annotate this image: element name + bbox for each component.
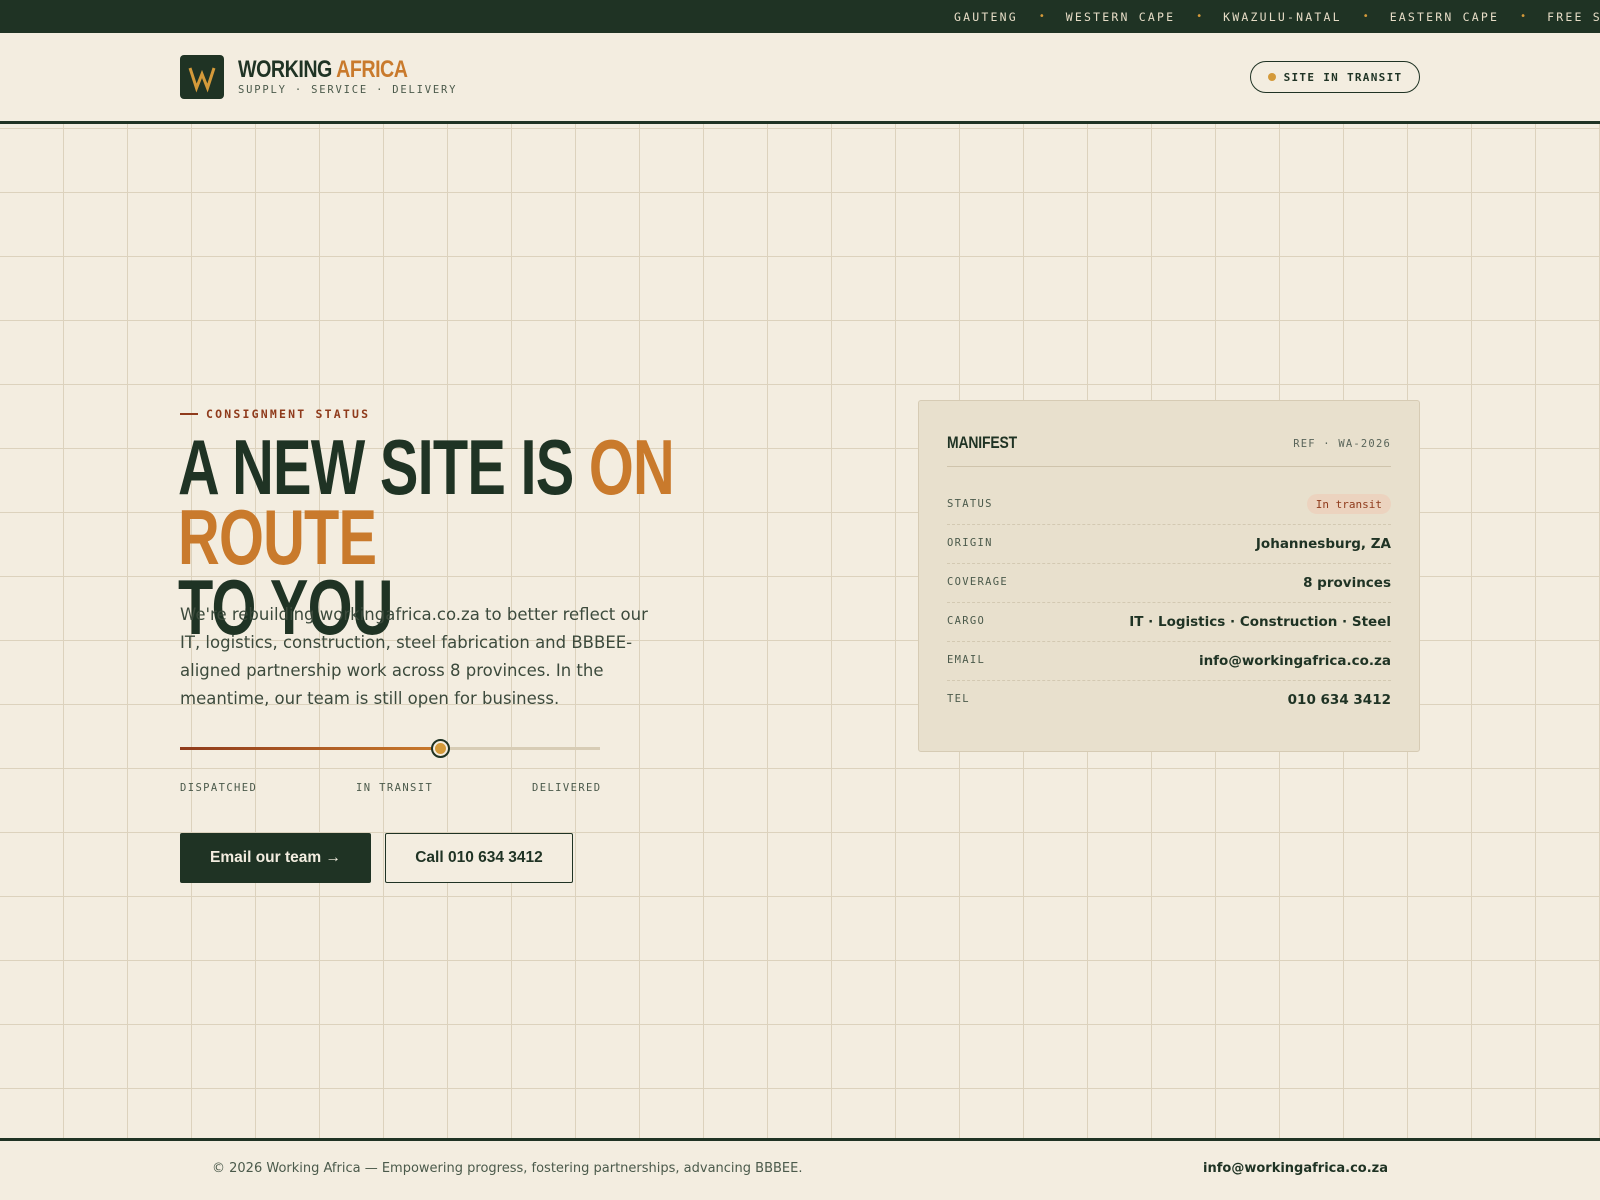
ticker-separator-dot: • xyxy=(1520,11,1527,22)
ticker-item: GAUTENG xyxy=(954,9,1018,24)
eyebrow-rule xyxy=(180,413,198,415)
manifest-title: MANIFEST xyxy=(947,433,1017,452)
brand-tagline: SUPPLY · SERVICE · DELIVERY xyxy=(238,84,458,96)
status-pill-label: SITE IN TRANSIT xyxy=(1283,70,1403,84)
ticker-separator-dot: • xyxy=(1362,11,1369,22)
brand-wordmark[interactable]: WORKING AFRICA xyxy=(238,56,408,84)
email-team-button[interactable]: Email our team → xyxy=(180,833,371,883)
row-label: COVERAGE xyxy=(947,576,1008,588)
call-button[interactable]: Call 010 634 3412 xyxy=(385,833,573,883)
brand-primary: WORKING xyxy=(238,56,332,83)
site-header: WORKING AFRICA SUPPLY · SERVICE · DELIVE… xyxy=(0,33,1600,124)
status-dot-icon xyxy=(1267,73,1276,81)
progress-fill xyxy=(180,747,441,750)
manifest-row-coverage: COVERAGE 8 provinces xyxy=(947,564,1391,603)
row-label: STATUS xyxy=(947,498,993,510)
intro-paragraph: We're rebuilding workingafrica.co.za to … xyxy=(180,605,648,708)
site-footer: © 2026 Working Africa — Empowering progr… xyxy=(0,1138,1600,1200)
status-badge: In transit xyxy=(1306,494,1391,514)
manifest-row-cargo: CARGO IT · Logistics · Construction · St… xyxy=(947,603,1391,642)
manifest-row-origin: ORIGIN Johannesburg, ZA xyxy=(947,525,1391,564)
logo-mark[interactable] xyxy=(180,55,224,99)
manifest-email-link[interactable]: info@workingafrica.co.za xyxy=(1199,653,1391,669)
eyebrow-label: CONSIGNMENT STATUS xyxy=(206,407,371,421)
logo-w-icon xyxy=(188,67,216,93)
ticker-item: EASTERN CAPE xyxy=(1389,9,1500,24)
eyebrow: CONSIGNMENT STATUS xyxy=(180,407,370,421)
stage-dispatched: DISPATCHED xyxy=(180,782,258,794)
divider xyxy=(947,466,1391,467)
manifest-row-tel: TEL 010 634 3412 xyxy=(947,681,1391,720)
brand-accent: AFRICA xyxy=(336,56,408,83)
row-label: CARGO xyxy=(947,615,986,627)
ticker-separator-dot: • xyxy=(1196,11,1203,22)
row-value: IT · Logistics · Construction · Steel xyxy=(1129,614,1391,630)
row-label: ORIGIN xyxy=(947,537,993,549)
ticker-item: WESTERN CAPE xyxy=(1065,9,1176,24)
manifest-card: MANIFEST REF · WA-2026 STATUS In transit… xyxy=(918,400,1420,752)
footer-copyright: © 2026 Working Africa — Empowering progr… xyxy=(212,1161,803,1176)
ticker-track: GAUTENG • WESTERN CAPE • KWAZULU-NATAL •… xyxy=(954,0,1600,33)
row-value: Johannesburg, ZA xyxy=(1255,536,1391,552)
ticker-separator-dot: • xyxy=(1038,11,1045,22)
manifest-row-status: STATUS In transit xyxy=(947,486,1391,525)
manifest-row-email: EMAIL info@workingafrica.co.za xyxy=(947,642,1391,681)
stage-delivered: DELIVERED xyxy=(532,782,602,794)
ticker-item: FREE STA xyxy=(1547,9,1600,24)
site-status-pill: SITE IN TRANSIT xyxy=(1250,61,1420,93)
manifest-tel-link[interactable]: 010 634 3412 xyxy=(1288,692,1391,708)
row-label: TEL xyxy=(947,693,970,705)
manifest-ref: REF · WA-2026 xyxy=(1293,438,1391,450)
province-ticker: GAUTENG • WESTERN CAPE • KWAZULU-NATAL •… xyxy=(0,0,1600,33)
ticker-item: KWAZULU-NATAL xyxy=(1223,9,1342,24)
footer-email-link[interactable]: info@workingafrica.co.za xyxy=(1203,1161,1388,1176)
stage-in-transit: IN TRANSIT xyxy=(356,782,434,794)
row-value: 8 provinces xyxy=(1303,575,1391,591)
row-label: EMAIL xyxy=(947,654,986,666)
shipment-progress-bar xyxy=(180,739,600,758)
